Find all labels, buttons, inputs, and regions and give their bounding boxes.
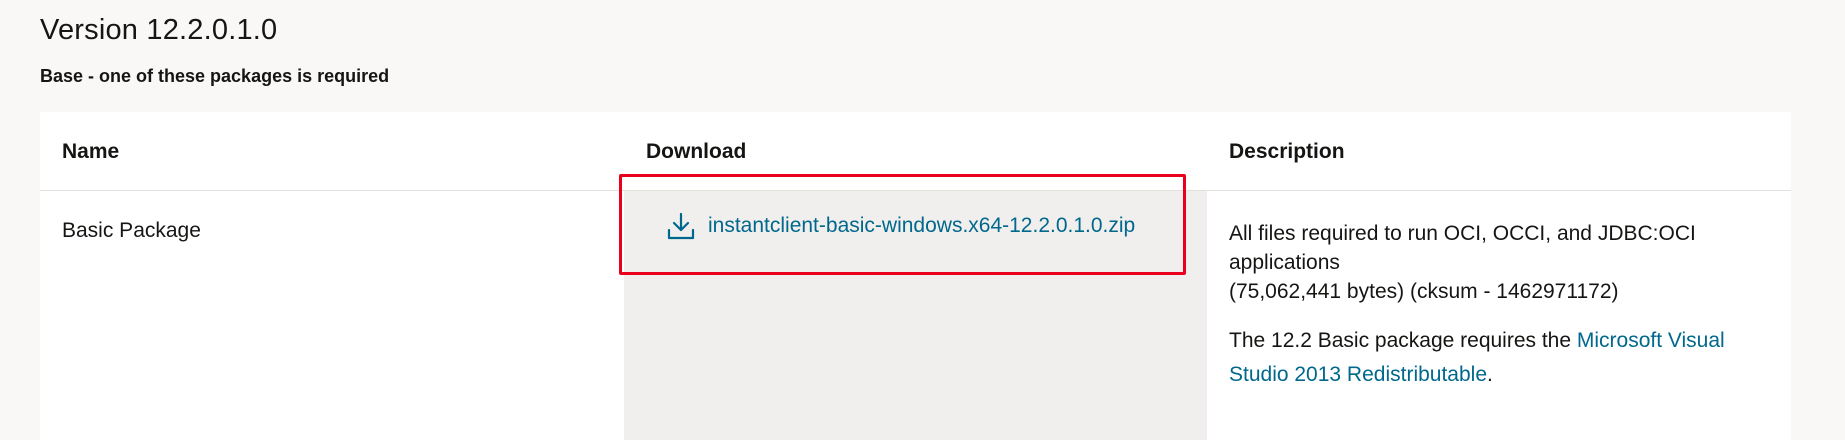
header-name: Name	[62, 140, 120, 163]
packages-table: Name Download Description Basic Package …	[40, 112, 1791, 440]
package-description: All files required to run OCI, OCCI, and…	[1229, 219, 1749, 392]
section-subtitle: Base - one of these packages is required	[40, 66, 390, 86]
size-info: (75,062,441 bytes) (cksum - 1462971172)	[1229, 280, 1619, 303]
note-prefix: The 12.2 Basic package requires the	[1229, 329, 1577, 352]
header-download: Download	[646, 140, 747, 163]
header-description: Description	[1229, 140, 1345, 163]
note-suffix: .	[1487, 363, 1493, 386]
version-title: Version 12.2.0.1.0	[40, 14, 278, 46]
highlight-box	[619, 174, 1186, 275]
requirement-note: The 12.2 Basic package requires the Micr…	[1229, 324, 1749, 392]
package-name: Basic Package	[62, 219, 201, 242]
description-text: All files required to run OCI, OCCI, and…	[1229, 222, 1696, 274]
